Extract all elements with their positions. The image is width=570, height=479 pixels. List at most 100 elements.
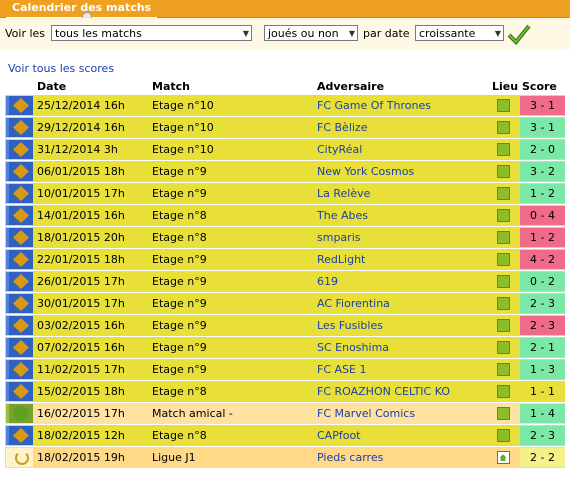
opponent-link[interactable]: 619 — [313, 271, 488, 292]
opponent-link[interactable]: smparis — [313, 227, 488, 248]
calendar-tab[interactable]: Calendrier des matchs — [6, 0, 158, 22]
score-cell[interactable]: 1 - 3 — [518, 359, 565, 380]
match-name: Etage n°9 — [148, 271, 313, 292]
table-row[interactable]: 29/12/2014 16h Etage n°10 FC Bèlize 3 - 1 — [5, 117, 565, 138]
score-cell[interactable]: 1 - 1 — [518, 381, 565, 402]
score-cell[interactable]: 4 - 2 — [518, 249, 565, 270]
championship-icon — [6, 228, 33, 247]
voir-label: Voir les — [5, 27, 46, 40]
match-name: Etage n°10 — [148, 139, 313, 160]
score-badge: 1 - 1 — [520, 382, 565, 401]
all-scores-link[interactable]: Voir tous les scores — [8, 62, 114, 75]
score-badge: 2 - 3 — [520, 426, 565, 445]
opponent-link[interactable]: New York Cosmos — [313, 161, 488, 182]
col-adversaire[interactable]: Adversaire — [313, 79, 488, 94]
table-row[interactable]: 16/02/2015 17h Match amical - FC Marvel Co… — [5, 403, 565, 424]
filter-bar: Voir les tous les matchs ▼ joués ou non … — [0, 18, 570, 50]
match-type-cell — [5, 381, 33, 402]
opponent-link[interactable]: CityRéal — [313, 139, 488, 160]
away-square-icon — [496, 275, 510, 289]
match-date: 16/02/2015 17h — [33, 403, 148, 424]
score-cell[interactable]: 0 - 4 — [518, 205, 565, 226]
table-row[interactable]: 30/01/2015 17h Etage n°9 AC Fiorentina 2 - … — [5, 293, 565, 314]
match-type-cell — [5, 183, 33, 204]
championship-icon — [6, 360, 33, 379]
table-row[interactable]: 03/02/2015 16h Etage n°9 Les Fusibles 2 - 3 — [5, 315, 565, 336]
match-name: Etage n°8 — [148, 381, 313, 402]
match-type-cell — [5, 425, 33, 446]
match-type-cell — [5, 205, 33, 226]
table-row[interactable]: 11/02/2015 17h Etage n°9 FC ASE 1 1 - 3 — [5, 359, 565, 380]
match-date: 03/02/2015 16h — [33, 315, 148, 336]
opponent-link[interactable]: SC Enoshima — [313, 337, 488, 358]
col-date[interactable]: Date — [33, 79, 148, 94]
score-cell[interactable]: 1 - 2 — [518, 227, 565, 248]
table-row[interactable]: 18/01/2015 20h Etage n°8 smparis 1 - 2 — [5, 227, 565, 248]
lieu-cell — [488, 161, 518, 182]
friendly-match-icon — [6, 404, 33, 423]
table-row[interactable]: 31/12/2014 3h Etage n°10 CityRéal 2 - 0 — [5, 139, 565, 160]
lieu-cell — [488, 293, 518, 314]
away-square-icon — [496, 407, 510, 421]
match-type-cell — [5, 249, 33, 270]
table-row[interactable]: 18/02/2015 19h Ligue J1 Pieds carres 2 - 2 — [5, 447, 565, 468]
date-order-select[interactable]: croissante ▼ — [415, 25, 504, 41]
table-row[interactable]: 15/02/2015 18h Etage n°8 FC ROAZHON CELTIC… — [5, 381, 565, 402]
opponent-link[interactable]: Les Fusibles — [313, 315, 488, 336]
table-row[interactable]: 26/01/2015 17h Etage n°9 619 0 - 2 — [5, 271, 565, 292]
score-cell[interactable]: 3 - 1 — [518, 95, 565, 116]
checkmark-submit-icon[interactable] — [507, 23, 531, 45]
match-type-cell — [5, 161, 33, 182]
col-score[interactable]: Score — [518, 79, 565, 94]
score-badge: 3 - 1 — [520, 96, 565, 115]
score-cell[interactable]: 0 - 2 — [518, 271, 565, 292]
table-row[interactable]: 22/01/2015 18h Etage n°9 RedLight 4 - 2 — [5, 249, 565, 270]
opponent-link[interactable]: CAPfoot — [313, 425, 488, 446]
score-cell[interactable]: 1 - 2 — [518, 183, 565, 204]
lieu-cell — [488, 425, 518, 446]
away-square-icon — [496, 253, 510, 267]
match-date: 18/02/2015 12h — [33, 425, 148, 446]
score-cell[interactable]: 2 - 3 — [518, 315, 565, 336]
opponent-link[interactable]: FC ASE 1 — [313, 359, 488, 380]
table-row[interactable]: 18/02/2015 12h Etage n°8 CAPfoot 2 - 3 — [5, 425, 565, 446]
match-type-cell — [5, 359, 33, 380]
played-select[interactable]: joués ou non ▼ — [264, 25, 358, 41]
match-name: Etage n°9 — [148, 293, 313, 314]
opponent-link[interactable]: The Abes — [313, 205, 488, 226]
lieu-cell — [488, 271, 518, 292]
table-row[interactable]: 14/01/2015 16h Etage n°8 The Abes 0 - 4 — [5, 205, 565, 226]
opponent-link[interactable]: Pieds carres — [313, 447, 488, 468]
score-cell[interactable]: 2 - 1 — [518, 337, 565, 358]
table-row[interactable]: 10/01/2015 17h Etage n°9 La Relève 1 - 2 — [5, 183, 565, 204]
lieu-cell — [488, 139, 518, 160]
opponent-link[interactable]: FC ROAZHON CELTIC KO — [313, 381, 488, 402]
score-cell[interactable]: 1 - 4 — [518, 403, 565, 424]
match-date: 10/01/2015 17h — [33, 183, 148, 204]
match-type-select[interactable]: tous les matchs ▼ — [51, 25, 252, 41]
opponent-link[interactable]: La Relève — [313, 183, 488, 204]
away-square-icon — [496, 143, 510, 157]
score-badge: 3 - 2 — [520, 162, 565, 181]
table-row[interactable]: 25/12/2014 16h Etage n°10 FC Game Of Thron… — [5, 95, 565, 116]
score-badge: 1 - 4 — [520, 404, 565, 423]
col-lieu[interactable]: Lieu — [488, 79, 518, 94]
score-cell[interactable]: 2 - 3 — [518, 293, 565, 314]
score-cell[interactable]: 3 - 1 — [518, 117, 565, 138]
score-badge: 0 - 2 — [520, 272, 565, 291]
opponent-link[interactable]: FC Bèlize — [313, 117, 488, 138]
table-row[interactable]: 06/01/2015 18h Etage n°9 New York Cosmos 3 … — [5, 161, 565, 182]
score-cell[interactable]: 2 - 0 — [518, 139, 565, 160]
opponent-link[interactable]: RedLight — [313, 249, 488, 270]
opponent-link[interactable]: FC Marvel Comics — [313, 403, 488, 424]
opponent-link[interactable]: FC Game Of Thrones — [313, 95, 488, 116]
table-row[interactable]: 07/02/2015 16h Etage n°9 SC Enoshima 2 - 1 — [5, 337, 565, 358]
matches-table-body: 25/12/2014 16h Etage n°10 FC Game Of Thron… — [5, 95, 565, 468]
score-cell[interactable]: 2 - 2 — [518, 447, 565, 468]
opponent-link[interactable]: AC Fiorentina — [313, 293, 488, 314]
matches-table: Date Match Adversaire Lieu Score 25/12/2… — [5, 78, 565, 469]
match-date: 18/02/2015 19h — [33, 447, 148, 468]
col-match[interactable]: Match — [148, 79, 313, 94]
score-cell[interactable]: 2 - 3 — [518, 425, 565, 446]
score-cell[interactable]: 3 - 2 — [518, 161, 565, 182]
